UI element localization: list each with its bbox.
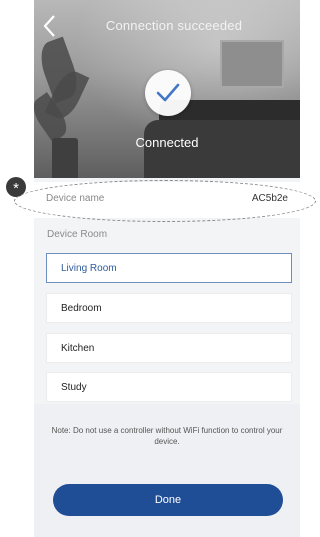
annotation-star-badge: *	[6, 177, 26, 197]
room-option-kitchen[interactable]: Kitchen	[46, 333, 292, 363]
room-option-bedroom[interactable]: Bedroom	[46, 293, 292, 323]
wifi-note: Note: Do not use a controller without Wi…	[51, 426, 283, 446]
footer-panel	[34, 404, 300, 537]
page-title: Connection succeeded	[105, 18, 243, 33]
room-option-living-room[interactable]: Living Room	[46, 253, 292, 283]
app-screen: Connection succeeded Connected Device na…	[34, 0, 300, 537]
device-name-value: AC5b2e	[251, 193, 288, 204]
device-name-label: Device name	[46, 193, 105, 204]
room-option-label: Kitchen	[61, 343, 95, 354]
success-check-badge	[145, 70, 191, 116]
device-name-row[interactable]: Device name AC5b2e	[34, 182, 300, 218]
room-option-label: Bedroom	[61, 303, 102, 314]
connection-status-text: Connected	[135, 135, 199, 150]
wall-picture	[220, 40, 284, 88]
device-room-label: Device Room	[47, 229, 108, 240]
room-option-study[interactable]: Study	[46, 372, 292, 402]
room-option-label: Living Room	[61, 263, 117, 274]
checkmark-icon	[156, 83, 180, 102]
done-button[interactable]: Done	[53, 484, 283, 516]
chevron-left-icon[interactable]	[42, 14, 62, 40]
room-option-label: Study	[61, 382, 87, 393]
